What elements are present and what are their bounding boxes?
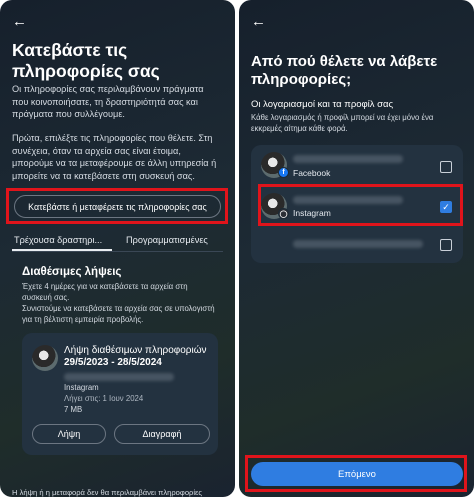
account-platform: Instagram bbox=[293, 208, 331, 218]
download-info-screen: ← Κατεβάστε τις πληροφορίες σας Οι πληρο… bbox=[0, 0, 235, 497]
account-row-facebook[interactable]: f Facebook bbox=[251, 145, 463, 183]
accounts-list: f Facebook ◯ Instagram ✓ bbox=[251, 145, 463, 263]
delete-button[interactable]: Διαγραφή bbox=[114, 424, 210, 444]
card-platform: Instagram bbox=[64, 383, 99, 392]
other-checkbox[interactable] bbox=[440, 239, 452, 251]
facebook-icon: f bbox=[278, 167, 289, 178]
instagram-checkbox[interactable]: ✓ bbox=[440, 201, 452, 213]
section-title: Οι λογαριασμοί και τα προφίλ σας bbox=[251, 99, 394, 110]
available-downloads-desc: Έχετε 4 ημέρες για να κατεβάσετε τα αρχε… bbox=[22, 282, 215, 324]
avatar bbox=[32, 345, 58, 371]
page-title: Κατεβάστε τις πληροφορίες σας bbox=[12, 40, 160, 81]
download-transfer-button[interactable]: Κατεβάστε ή μεταφέρετε τις πληροφορίες σ… bbox=[14, 195, 221, 218]
section-desc: Κάθε λογαριασμός ή προφίλ μπορεί να έχει… bbox=[251, 113, 434, 133]
card-title: Λήψη διαθέσιμων πληροφοριών bbox=[64, 345, 207, 356]
tab-scheduled[interactable]: Προγραμματισμένες bbox=[126, 235, 208, 245]
blurred-username bbox=[64, 373, 174, 381]
card-date-range: 29/5/2023 - 28/5/2024 bbox=[64, 357, 162, 368]
account-row-other[interactable] bbox=[251, 229, 463, 263]
intro-text: Οι πληροφορίες σας περιλαμβάνουν πράγματ… bbox=[12, 84, 204, 120]
facebook-checkbox[interactable] bbox=[440, 161, 452, 173]
blurred-username bbox=[293, 240, 423, 248]
blurred-username bbox=[293, 155, 403, 163]
footer-text: Η λήψη ή η μεταφορά δεν θα περιλαμβάνει … bbox=[12, 488, 203, 497]
card-expires: Λήγει στις: 1 Ιουν 2024 bbox=[64, 394, 144, 403]
account-platform: Facebook bbox=[293, 168, 331, 178]
back-arrow-icon[interactable]: ← bbox=[12, 14, 28, 30]
back-arrow-icon[interactable]: ← bbox=[251, 14, 267, 30]
instagram-icon: ◯ bbox=[278, 208, 289, 219]
download-card: Λήψη διαθέσιμων πληροφοριών 29/5/2023 - … bbox=[22, 333, 218, 455]
card-size: 7 MB bbox=[64, 405, 83, 414]
available-downloads-title: Διαθέσιμες λήψεις bbox=[22, 266, 122, 278]
blurred-username bbox=[293, 196, 403, 204]
download-button[interactable]: Λήψη bbox=[32, 424, 106, 444]
account-row-instagram[interactable]: ◯ Instagram ✓ bbox=[251, 187, 463, 225]
instructions-text: Πρώτα, επιλέξτε τις πληροφορίες που θέλε… bbox=[12, 133, 217, 181]
tabs-divider bbox=[12, 251, 223, 252]
select-source-screen: ← Από πού θέλετε να λάβετε πληροφορίες; … bbox=[239, 0, 474, 497]
tab-current-activity[interactable]: Τρέχουσα δραστηρι... bbox=[14, 235, 102, 245]
next-button[interactable]: Επόμενο bbox=[251, 462, 463, 486]
page-title: Από πού θέλετε να λάβετε πληροφορίες; bbox=[251, 53, 438, 88]
